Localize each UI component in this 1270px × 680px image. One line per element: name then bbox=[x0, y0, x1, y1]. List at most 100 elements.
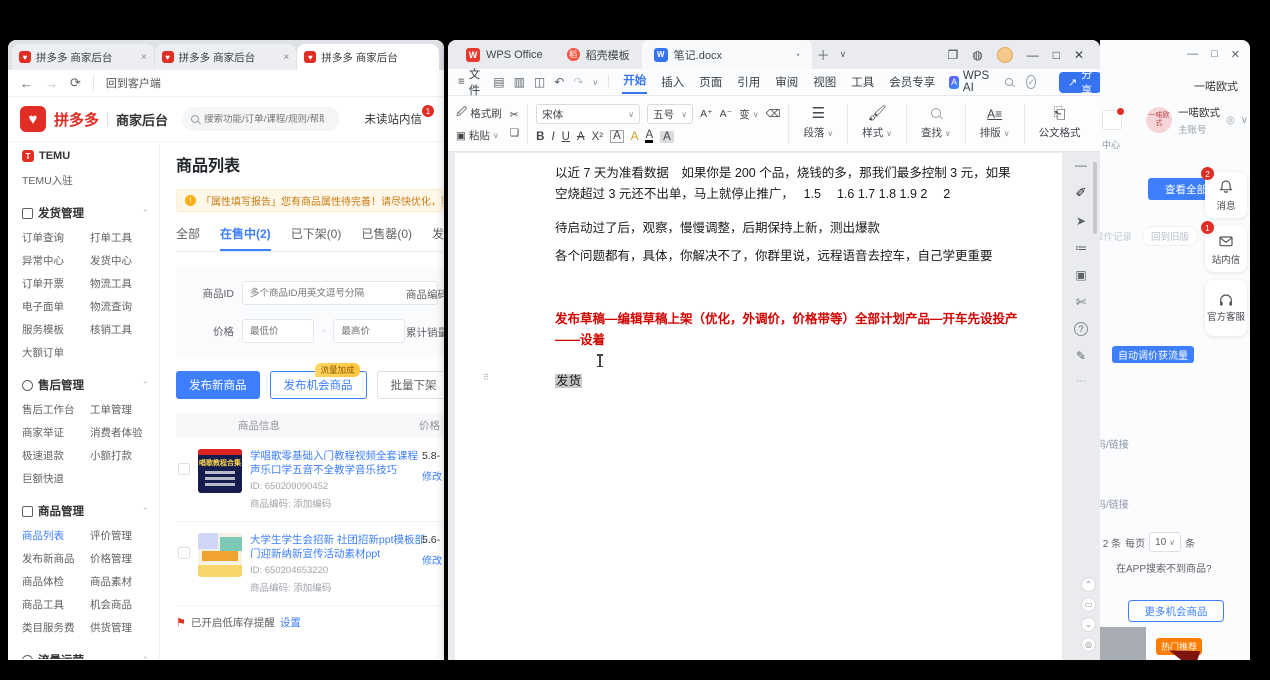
clear-format-button[interactable]: ⌫ bbox=[766, 108, 781, 120]
row-checkbox[interactable] bbox=[178, 547, 190, 559]
menu-insert[interactable]: 插入 bbox=[660, 72, 685, 92]
print-icon[interactable]: ▥ bbox=[514, 75, 525, 89]
sidebar-item[interactable]: 发布新商品 bbox=[22, 553, 86, 565]
highlight-button[interactable]: A bbox=[631, 131, 639, 143]
pinduoduo-logo[interactable]: ♥ bbox=[20, 106, 46, 132]
forward-icon[interactable]: → bbox=[45, 76, 58, 91]
shop-avatar[interactable]: 一喏欧式 bbox=[1146, 107, 1172, 133]
font-select[interactable]: 宋体∨ bbox=[536, 104, 640, 124]
find-menu[interactable]: 查找 ∨ bbox=[915, 107, 957, 140]
paragraph-menu[interactable]: ☰段落 ∨ bbox=[797, 107, 839, 140]
publish-product-button[interactable]: 发布新商品 bbox=[176, 371, 260, 399]
redo-icon[interactable]: ↷ bbox=[573, 75, 583, 89]
section-title[interactable]: 商品管理 ⌃ bbox=[22, 503, 149, 519]
file-menu[interactable]: ≡ 文件 bbox=[458, 66, 480, 98]
sidebar-item[interactable]: 打单工具 bbox=[90, 232, 150, 244]
menu-member[interactable]: 会员专享 bbox=[888, 72, 936, 92]
strikethrough-button[interactable]: A bbox=[577, 131, 585, 143]
browser-tab-3[interactable]: ♥ 拼多多 商家后台 bbox=[297, 44, 439, 70]
sidebar-item-product-list[interactable]: 商品列表 bbox=[22, 530, 86, 542]
sidebar-item[interactable]: 物流查询 bbox=[90, 301, 150, 313]
product-title-link[interactable]: 学唱歌零基础入门教程视频全套课程声乐口学五音不全教学音乐技巧 bbox=[250, 449, 426, 477]
shrink-font-button[interactable]: A⁻ bbox=[720, 108, 733, 120]
auto-price-button[interactable]: 自动调价获流量 bbox=[1112, 346, 1194, 363]
char-border-button[interactable]: A bbox=[610, 130, 624, 143]
font-color-button[interactable]: A bbox=[645, 130, 653, 143]
operation-log-link[interactable]: 操作记录 bbox=[1100, 229, 1132, 243]
page-indicator[interactable]: ▭ bbox=[1081, 597, 1096, 612]
menu-review[interactable]: 审阅 bbox=[774, 72, 799, 92]
help-icon[interactable]: ? bbox=[1074, 322, 1088, 336]
messages-rail-button[interactable]: 消息 2 bbox=[1205, 172, 1247, 218]
docer-tab[interactable]: 稻 稻壳模板 bbox=[555, 40, 642, 69]
prev-page-button[interactable]: ⌃ bbox=[1081, 577, 1096, 592]
menu-view[interactable]: 视图 bbox=[812, 72, 837, 92]
minimize-icon[interactable]: — bbox=[1187, 48, 1198, 61]
sidebar-item[interactable]: 核销工具 bbox=[90, 324, 150, 336]
product-code[interactable]: 商品编码: 添加编码 bbox=[250, 580, 426, 594]
sidebar-item[interactable]: 服务模板 bbox=[22, 324, 86, 336]
section-title[interactable]: 售后管理 ⌃ bbox=[22, 377, 149, 393]
batch-offshelf-button[interactable]: 批量下架 bbox=[377, 371, 445, 399]
doc-paragraph[interactable]: 各个问题都有，具体，你解决不了，你群里说，远程语音去控车，自己学更重要 bbox=[555, 246, 1020, 267]
service-rail-button[interactable]: 官方客服 bbox=[1205, 280, 1247, 336]
paste-button[interactable]: ▣粘贴∨ bbox=[456, 128, 502, 143]
select-cursor-icon[interactable]: ➤ bbox=[1076, 214, 1086, 228]
section-title[interactable]: 发货管理 ⌃ bbox=[22, 205, 149, 221]
inbox-rail-button[interactable]: 站内信 1 bbox=[1205, 226, 1247, 272]
new-tab-icon[interactable]: ＋ bbox=[817, 45, 830, 64]
cloud-sync-icon[interactable]: ✓ bbox=[1026, 75, 1036, 89]
tab-offshelf[interactable]: 已下架(0) bbox=[291, 225, 342, 251]
doc-paragraph-selected[interactable]: ⠿发货 bbox=[555, 371, 1020, 392]
collapse-icon[interactable]: — bbox=[1075, 158, 1087, 172]
sidebar-item[interactable]: 商品体检 bbox=[22, 576, 86, 588]
menu-reference[interactable]: 引用 bbox=[736, 72, 761, 92]
sidebar-item[interactable]: 商品工具 bbox=[22, 599, 86, 611]
outline-icon[interactable]: ≔ bbox=[1075, 241, 1087, 255]
sidebar-item[interactable]: 电子面单 bbox=[22, 301, 86, 313]
sidebar-item[interactable]: 物流工具 bbox=[90, 278, 150, 290]
image-tool-icon[interactable]: ▣ bbox=[1075, 268, 1086, 282]
sidebar-item[interactable]: 大额订单 bbox=[22, 347, 86, 359]
chevron-down-icon[interactable]: ∨ bbox=[1241, 115, 1248, 126]
close-icon[interactable]: ✕ bbox=[1231, 48, 1240, 61]
close-tab-icon[interactable]: × bbox=[284, 52, 290, 63]
at-icon[interactable]: ◎ bbox=[1226, 115, 1235, 126]
maximize-icon[interactable]: □ bbox=[1211, 48, 1218, 61]
product-thumbnail[interactable]: 唱歌教程合集 bbox=[198, 449, 242, 493]
drag-handle-icon[interactable]: ⠿ bbox=[483, 375, 493, 387]
sidebar-item-temu-join[interactable]: TEMU入驻 bbox=[22, 175, 149, 187]
product-title-link[interactable]: 大学生学生会招新 社团招新ppt模板部门迎新纳新宣传活动素材ppt bbox=[250, 533, 426, 561]
doc-paragraph[interactable]: 待启动过了后，观察，慢慢调整，后期保持上新，测出爆款 bbox=[555, 218, 1020, 239]
wps-home-tab[interactable]: W WPS Office bbox=[454, 40, 555, 69]
account-avatar[interactable] bbox=[997, 47, 1013, 63]
sidebar-item[interactable]: 巨额快退 bbox=[22, 473, 86, 485]
close-icon[interactable]: ✕ bbox=[1074, 48, 1084, 62]
more-opportunity-button[interactable]: 更多机会商品 bbox=[1128, 600, 1224, 622]
bold-button[interactable]: B bbox=[536, 131, 544, 143]
attribute-warning-banner[interactable]: ! 「属性填写报告」您有商品属性待完善！请尽快优化，获得更多精准流量！ bbox=[176, 189, 444, 212]
sidebar-item[interactable]: 售后工作台 bbox=[22, 404, 86, 416]
layout-menu[interactable]: A≡排版 ∨ bbox=[974, 107, 1016, 140]
char-shading-button[interactable]: A bbox=[660, 131, 674, 143]
close-tab-icon[interactable]: × bbox=[141, 52, 147, 63]
preview-icon[interactable]: ◫ bbox=[534, 75, 545, 89]
italic-button[interactable]: I bbox=[551, 131, 554, 143]
document-tab[interactable]: W 笔记.docx • bbox=[642, 40, 812, 69]
chevron-down-icon[interactable]: ∨ bbox=[592, 78, 598, 87]
sidebar-item[interactable]: 发货中心 bbox=[90, 255, 150, 267]
tab-onsale[interactable]: 在售中(2) bbox=[220, 225, 271, 251]
brand-name[interactable]: 拼多多 bbox=[54, 109, 99, 130]
product-code[interactable]: 商品编码: 添加编码 bbox=[250, 496, 426, 510]
sidebar-item-temu[interactable]: T TEMU bbox=[22, 148, 149, 164]
sign-pen-icon[interactable]: ✎ bbox=[1076, 349, 1086, 363]
grow-font-button[interactable]: A⁺ bbox=[700, 108, 713, 120]
sidebar-item[interactable]: 类目服务费 bbox=[22, 622, 86, 634]
next-page-button[interactable]: ⌄ bbox=[1081, 617, 1096, 632]
notice-settings-link[interactable]: 设置 bbox=[280, 615, 301, 630]
copy-button[interactable]: ❏ bbox=[510, 127, 519, 139]
underline-button[interactable]: U bbox=[562, 131, 570, 143]
sidebar-item[interactable]: 小额打款 bbox=[90, 450, 150, 462]
skin-icon[interactable]: ◍ bbox=[972, 48, 982, 62]
sidebar-item[interactable]: 评价管理 bbox=[90, 530, 150, 542]
